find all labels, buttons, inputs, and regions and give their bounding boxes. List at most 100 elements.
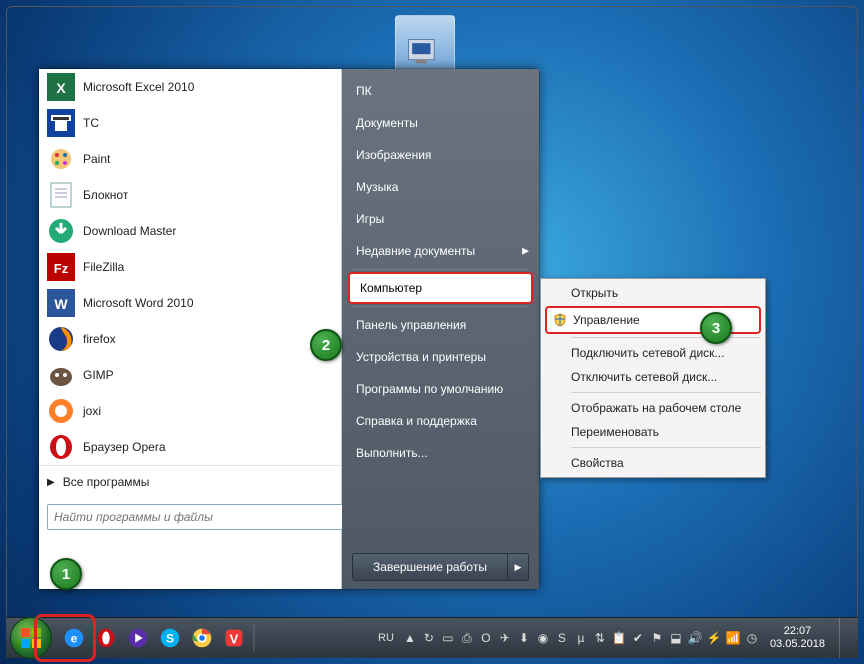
tray-download-icon[interactable]: ⬇ xyxy=(516,630,532,646)
tray-clock-ic-icon[interactable]: ◷ xyxy=(744,630,760,646)
program-item-filezilla[interactable]: FzFileZilla xyxy=(39,249,341,285)
excel-icon: X xyxy=(47,73,75,101)
svg-text:V: V xyxy=(230,632,239,647)
right-panel-item[interactable]: Недавние документы▶ xyxy=(342,235,539,267)
shutdown-options-button[interactable]: ▶ xyxy=(508,553,529,581)
program-item-tc[interactable]: TC xyxy=(39,105,341,141)
notepad-icon xyxy=(47,181,75,209)
program-label: Microsoft Excel 2010 xyxy=(83,80,194,94)
tray-utorrent-icon[interactable]: µ xyxy=(573,630,589,646)
gimp-icon xyxy=(47,361,75,389)
right-panel-item[interactable]: Устройства и принтеры xyxy=(342,341,539,373)
right-panel-item[interactable]: Игры xyxy=(342,203,539,235)
context-item[interactable]: Переименовать xyxy=(543,420,763,444)
tray-opera-icon[interactable]: O xyxy=(478,630,494,646)
all-programs[interactable]: ▶ Все программы xyxy=(39,465,341,498)
program-item-excel[interactable]: X Microsoft Excel 2010 xyxy=(39,69,341,105)
taskbar-chrome-icon[interactable] xyxy=(188,624,216,652)
tray-telegram-icon[interactable]: ✈ xyxy=(497,630,513,646)
right-panel-item[interactable]: Выполнить... xyxy=(342,437,539,469)
tray-dropbox-icon[interactable]: ⬓ xyxy=(668,630,684,646)
right-panel-item[interactable]: Программы по умолчанию xyxy=(342,373,539,405)
context-item[interactable]: Подключить сетевой диск... xyxy=(543,341,763,365)
filezilla-icon: Fz xyxy=(47,253,75,281)
all-programs-label: Все программы xyxy=(63,475,150,489)
context-item[interactable]: Отображать на рабочем столе xyxy=(543,396,763,420)
context-item[interactable]: Открыть xyxy=(543,281,763,305)
taskbar-wmp-icon[interactable] xyxy=(124,624,152,652)
svg-text:Fz: Fz xyxy=(54,261,69,276)
svg-text:e: e xyxy=(71,632,78,646)
opera-icon xyxy=(47,433,75,461)
right-panel-item[interactable]: ПК xyxy=(342,75,539,107)
context-separator xyxy=(571,447,761,448)
annotation-badge-1: 1 xyxy=(50,558,82,590)
right-panel-item[interactable]: Музыка xyxy=(342,171,539,203)
tray-wifi-icon[interactable]: 📶 xyxy=(725,630,741,646)
taskbar-ie-icon[interactable]: e xyxy=(60,624,88,652)
svg-text:W: W xyxy=(54,296,68,312)
taskbar-separator xyxy=(253,624,255,652)
right-item-label: Музыка xyxy=(356,180,398,194)
right-item-label: ПК xyxy=(356,84,372,98)
right-panel-item[interactable]: Панель управления xyxy=(342,309,539,341)
language-indicator[interactable]: RU xyxy=(374,632,398,644)
right-item-label: Недавние документы xyxy=(356,244,475,258)
chevron-right-icon: ▶ xyxy=(47,477,55,488)
tray-flag-icon[interactable]: ⚑ xyxy=(649,630,665,646)
taskbar-opera-icon[interactable] xyxy=(92,624,120,652)
right-item-label: Устройства и принтеры xyxy=(356,350,486,364)
program-item-paint[interactable]: Paint xyxy=(39,141,341,177)
clock-date: 03.05.2018 xyxy=(770,638,825,651)
context-menu: ОткрытьУправлениеПодключить сетевой диск… xyxy=(540,278,766,478)
show-desktop-button[interactable] xyxy=(839,618,854,658)
taskbar-vivaldi-icon[interactable]: V xyxy=(220,624,248,652)
program-item-firefox[interactable]: firefox xyxy=(39,321,341,357)
svg-text:X: X xyxy=(56,80,66,96)
context-separator xyxy=(571,337,761,338)
tray-network-icon[interactable]: ⇅ xyxy=(592,630,608,646)
tray-speaker-icon[interactable]: 🔊 xyxy=(687,630,703,646)
annotation-badge-2: 2 xyxy=(310,329,342,361)
right-item-label: Панель управления xyxy=(356,318,466,332)
tray-sync-icon[interactable]: ↻ xyxy=(421,630,437,646)
search-input[interactable] xyxy=(47,504,347,530)
menu-separator xyxy=(352,269,529,270)
program-item-gimp[interactable]: GIMP xyxy=(39,357,341,393)
right-item-label: Компьютер xyxy=(360,281,422,295)
program-item-word[interactable]: WMicrosoft Word 2010 xyxy=(39,285,341,321)
tray-clipboard-icon[interactable]: 📋 xyxy=(611,630,627,646)
right-panel-item[interactable]: Справка и поддержка xyxy=(342,405,539,437)
word-icon: W xyxy=(47,289,75,317)
program-item-joxi[interactable]: joxi xyxy=(39,393,341,429)
context-item[interactable]: Отключить сетевой диск... xyxy=(543,365,763,389)
program-label: joxi xyxy=(83,404,101,418)
program-item-opera[interactable]: Браузер Opera xyxy=(39,429,341,465)
tray-printer-icon[interactable]: ⎙ xyxy=(459,630,475,646)
right-panel-item[interactable]: Изображения xyxy=(342,139,539,171)
program-label: Блокнот xyxy=(83,188,128,202)
right-panel-item[interactable]: Документы xyxy=(342,107,539,139)
context-separator xyxy=(571,392,761,393)
tray-up-icon[interactable]: ▲ xyxy=(402,630,418,646)
start-button[interactable] xyxy=(10,617,52,659)
menu-separator xyxy=(352,306,529,307)
tc-icon xyxy=(47,109,75,137)
shutdown-row: Завершение работы ▶ xyxy=(342,545,539,589)
context-item[interactable]: Свойства xyxy=(543,451,763,475)
taskbar-clock[interactable]: 22:07 03.05.2018 xyxy=(764,625,831,651)
right-item-label: Выполнить... xyxy=(356,446,428,460)
taskbar-skype-icon[interactable]: S xyxy=(156,624,184,652)
user-picture[interactable] xyxy=(395,15,455,75)
right-panel-item[interactable]: Компьютер xyxy=(348,272,533,304)
tray-display-icon[interactable]: ▭ xyxy=(440,630,456,646)
program-item-dm[interactable]: Download Master xyxy=(39,213,341,249)
shutdown-button[interactable]: Завершение работы xyxy=(352,553,508,581)
clock-time: 22:07 xyxy=(770,625,825,638)
tray-eye-icon[interactable]: ◉ xyxy=(535,630,551,646)
tray-skype-icon[interactable]: S xyxy=(554,630,570,646)
tray-av-icon[interactable]: ✔ xyxy=(630,630,646,646)
tray-power-icon[interactable]: ⚡ xyxy=(706,630,722,646)
program-item-notepad[interactable]: Блокнот xyxy=(39,177,341,213)
program-label: Браузер Opera xyxy=(83,440,166,454)
